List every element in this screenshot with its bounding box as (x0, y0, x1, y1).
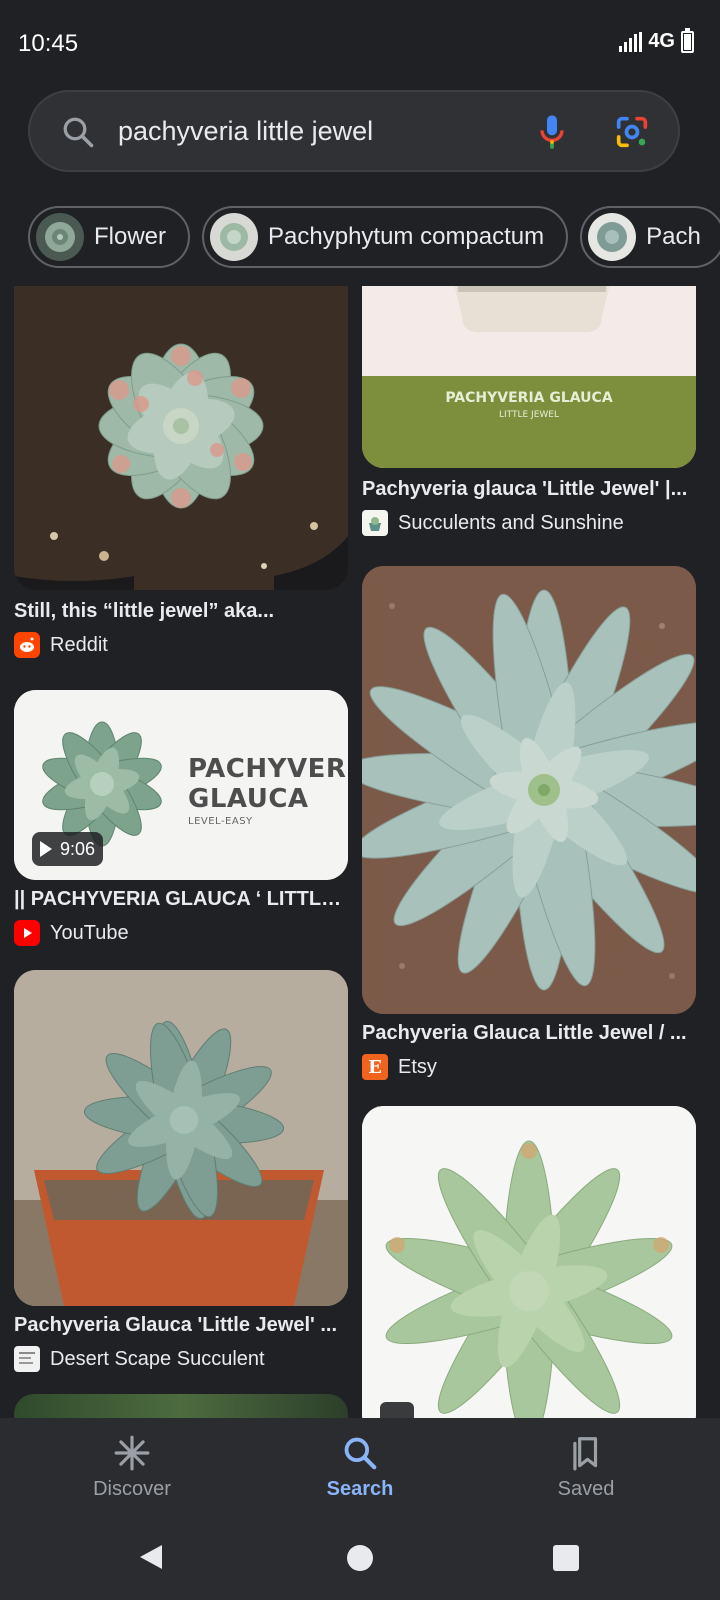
nav-label: Saved (557, 1478, 615, 1500)
image-results-grid: Still, this “little jewel” aka... Reddit (0, 286, 720, 1418)
image-text-line1: PACHYVERIA (188, 754, 348, 784)
nav-label: Discover (93, 1478, 171, 1500)
recents-icon[interactable] (552, 1544, 580, 1572)
search-icon (63, 117, 94, 148)
desert-scape-icon (14, 1346, 40, 1372)
back-icon[interactable] (136, 1542, 166, 1572)
battery-icon (681, 27, 694, 53)
image-text-line2: LITTLE JEWEL (498, 410, 559, 420)
result-image[interactable] (362, 566, 696, 1014)
nav-search[interactable]: Search (280, 1434, 440, 1501)
result-title[interactable]: || PACHYVERIA GLAUCA ‘ LITTLE... (14, 888, 348, 911)
status-icons: 4G (619, 27, 694, 53)
video-duration: 9:06 (60, 838, 96, 859)
result-card[interactable]: Pachyveria Glauca Little Jewel / ... E E… (362, 566, 696, 1080)
source-label: Desert Scape Succulent (50, 1347, 265, 1370)
chip-thumbnail (210, 213, 259, 261)
result-title[interactable]: Pachyveria glauca 'Little Jewel' |... (362, 478, 696, 501)
suggestion-chips: Flower Pachyphytum compactum Pach (28, 206, 720, 268)
chip-label: Pachyphytum compactum (268, 223, 545, 250)
source-label: Succulents and Sunshine (398, 511, 624, 534)
image-text-line1: PACHYVERIA GLAUCA (445, 390, 613, 406)
youtube-icon (14, 920, 40, 946)
result-card[interactable]: PACHYVERIA GLAUCA LITTLE JEWEL Pachyveri… (362, 286, 696, 536)
etsy-icon: E (362, 1054, 388, 1080)
result-image[interactable] (362, 1106, 696, 1418)
lens-icon[interactable] (612, 112, 652, 152)
search-input[interactable]: pachyveria little jewel (118, 116, 373, 147)
result-card[interactable]: Pachyveria Glauca 'Little Jewel' ... Des… (14, 970, 348, 1372)
chip-label: Pach (646, 223, 701, 250)
result-card[interactable]: Still, this “little jewel” aka... Reddit (14, 286, 348, 666)
result-card[interactable] (362, 1106, 696, 1418)
image-text-line3: LEVEL-EASY (188, 816, 253, 827)
succulents-and-sunshine-icon (362, 510, 388, 536)
nav-label: Search (326, 1478, 394, 1500)
bookmarks-icon (573, 1437, 598, 1471)
nav-discover[interactable]: Discover (52, 1434, 212, 1501)
status-time: 10:45 (18, 30, 79, 57)
result-card[interactable]: PACHYVERIA GLAUCA LEVEL-EASY 9:06 || PAC… (14, 690, 348, 946)
play-icon (40, 841, 52, 857)
chip-thumbnail (36, 213, 84, 261)
result-image[interactable]: PACHYVERIA GLAUCA LITTLE JEWEL (362, 286, 696, 468)
system-navigation-bar (0, 1526, 720, 1600)
result-image[interactable] (14, 1394, 348, 1418)
chip-flower[interactable]: Flower (28, 206, 191, 268)
search-icon (344, 1437, 377, 1470)
chip-pach[interactable]: Pach (580, 206, 720, 268)
result-card[interactable] (14, 1394, 348, 1418)
nav-saved[interactable]: Saved (506, 1434, 666, 1501)
reddit-icon (14, 632, 40, 658)
status-bar: 10:45 4G (0, 0, 720, 88)
signal-icon (619, 31, 643, 52)
result-source[interactable]: Desert Scape Succulent (14, 1346, 265, 1372)
video-duration-badge: 9:06 (32, 832, 104, 866)
mic-icon[interactable] (532, 112, 572, 152)
image-text-line2: GLAUCA (188, 784, 309, 814)
chip-label: Flower (94, 223, 167, 250)
result-title[interactable]: Still, this “little jewel” aka... (14, 600, 348, 623)
bottom-navigation: Discover Search Saved (0, 1418, 720, 1526)
result-source[interactable]: YouTube (14, 920, 129, 946)
result-title[interactable]: Pachyveria Glauca 'Little Jewel' ... (14, 1314, 348, 1337)
result-image[interactable]: PACHYVERIA GLAUCA LEVEL-EASY 9:06 (14, 690, 348, 880)
result-image[interactable] (14, 286, 348, 590)
network-type: 4G (648, 30, 675, 52)
chip-pachyphytum-compactum[interactable]: Pachyphytum compactum (202, 206, 569, 268)
search-bar[interactable]: pachyveria little jewel (28, 90, 680, 172)
source-label: Etsy (398, 1055, 437, 1078)
source-label: YouTube (50, 921, 129, 944)
source-label: Reddit (50, 633, 108, 656)
result-source[interactable]: Reddit (14, 632, 108, 658)
result-title[interactable]: Pachyveria Glauca Little Jewel / ... (362, 1022, 696, 1045)
chip-thumbnail (588, 213, 637, 261)
home-icon[interactable] (346, 1544, 374, 1572)
result-source[interactable]: Succulents and Sunshine (362, 510, 624, 536)
asterisk-icon (114, 1435, 150, 1471)
result-image[interactable] (14, 970, 348, 1306)
result-source[interactable]: E Etsy (362, 1054, 437, 1080)
